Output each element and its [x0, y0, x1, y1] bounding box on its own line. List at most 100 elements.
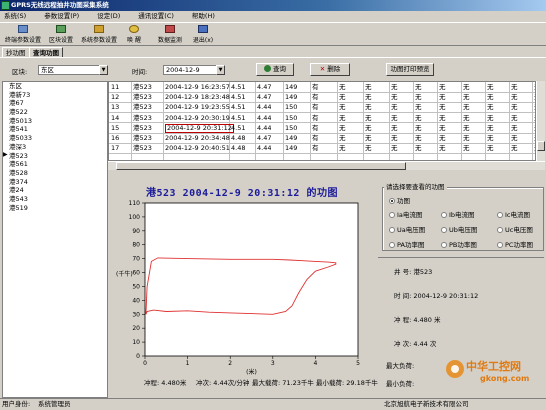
terminal-settings-button[interactable]: 终端参数设置 [2, 25, 44, 45]
app-icon [1, 1, 10, 10]
table-cell: 11 [111, 83, 120, 91]
list-item[interactable]: 港541 [3, 125, 107, 134]
block-settings-button[interactable]: 区块设置 [46, 25, 76, 45]
table-row[interactable]: 13 港523 2004-12-9 19:23:55 4.51 4.44 150 有 无 无 无 无… [109, 103, 535, 114]
curve-options-title: 请选择要查看的功图 [384, 181, 447, 191]
scroll-thumb[interactable] [537, 141, 545, 151]
x-tick-label: 0 [143, 360, 147, 367]
radio-pc[interactable]: PC功率图 [497, 239, 533, 249]
y-axis-label: (千牛) [116, 270, 133, 278]
footer-stroke: 冲程: 4.480米 [144, 379, 187, 387]
menu-system[interactable]: 系统(S) [4, 11, 26, 22]
print-preview-button[interactable]: 功图打印预览 [386, 63, 434, 76]
table-cell: 无 [391, 123, 398, 132]
list-item[interactable]: 港561 [3, 160, 107, 169]
list-item[interactable]: 港528 [3, 169, 107, 178]
table-cell: 无 [463, 83, 470, 91]
table-cell: 港523 [133, 93, 152, 102]
table-row[interactable]: 12 港523 2004-12-9 18:23:48 4.51 4.47 149 有 无 无 无 无… [109, 93, 535, 103]
radio-ic[interactable]: Ic电流图 [497, 209, 530, 219]
x-tick-label: 4 [313, 360, 317, 367]
y-tick-label: 110 [129, 200, 141, 207]
table-cell: 无 [365, 134, 372, 142]
table-cell: 149 [285, 93, 298, 102]
wakeup-button[interactable]: 唤 醒 [122, 25, 146, 45]
x-tick-label: 1 [186, 360, 190, 367]
scroll-thumb[interactable] [116, 162, 406, 170]
data-grid[interactable]: 11 港523 2004-12-9 16:23:57 4.51 4.47 149 有无无无无… [108, 81, 536, 161]
table-row[interactable]: 14 港523 2004-12-9 20:30:19 4.51 4.44 150 有 无 无 无 无… [109, 113, 535, 124]
menu-params[interactable]: 参数设置(P) [44, 11, 79, 22]
vertical-scrollbar[interactable] [536, 81, 545, 161]
list-item[interactable]: 港519 [3, 204, 107, 213]
list-item[interactable]: 港24 [3, 186, 107, 195]
monitor-button[interactable]: 数据监测 [154, 25, 186, 45]
watermark-main: 中华工控网 [466, 360, 521, 373]
radio-uc[interactable]: Uc电压图 [497, 224, 533, 234]
x-tick-label: 5 [356, 360, 360, 367]
table-cell: 无 [511, 103, 518, 112]
table-cell: 无 [511, 113, 518, 122]
info-stroke: 冲 程: 4.480 米 [394, 316, 441, 324]
info-max-load: 最大负荷: [386, 362, 415, 370]
table-row[interactable]: 17 港523 2004-12-9 20:40:51 4.48 4.44 149 有 无 无 无 无… [109, 144, 535, 154]
radio-ub[interactable]: Ub电压图 [441, 224, 477, 234]
list-item[interactable]: 港374 [3, 178, 107, 187]
menu-bar: 系统(S) 参数设置(P) 设定(D) 通讯设置(C) 帮助(H) [0, 11, 546, 22]
table-row[interactable]: 11 港523 2004-12-9 16:23:57 4.51 4.47 149 有 无 无 无 无… [109, 83, 535, 93]
table-cell: 无 [463, 123, 470, 132]
system-settings-button[interactable]: 系统参数设置 [78, 25, 120, 45]
table-cell: 2004-12-9 16:23:57 [165, 83, 230, 91]
y-tick-label: 20 [132, 325, 140, 332]
list-item[interactable]: 港67 [3, 99, 107, 108]
radio-ia[interactable]: Ia电流图 [389, 209, 422, 219]
exit-button[interactable]: 退出(x) [190, 25, 216, 45]
table-row[interactable]: 15 港523 2004-12-9 20:31:12 4.51 4.44 150 有 无 无 无 无… [109, 123, 535, 134]
table-cell: 15 [111, 123, 120, 132]
date-picker[interactable]: 2004-12-9 ▼ [163, 65, 225, 75]
menu-help[interactable]: 帮助(H) [192, 11, 215, 22]
exit-icon [198, 25, 208, 33]
radio-pb[interactable]: PB功率图 [441, 239, 477, 249]
list-item-selected[interactable]: 港523 [3, 152, 107, 161]
radio-diagram[interactable]: 功图 [389, 195, 410, 205]
list-item[interactable]: 港522 [3, 108, 107, 117]
well-list[interactable]: 东区 港新73 港67 港522 港5013 港541 港5033 港深3 港5… [2, 81, 108, 398]
radio-pa[interactable]: PA功率图 [389, 239, 424, 249]
list-item[interactable]: 港543 [3, 195, 107, 204]
query-button[interactable]: 查询 [256, 63, 294, 76]
info-min-load: 最小负荷: [386, 380, 415, 388]
table-cell: 无 [365, 113, 372, 122]
list-item[interactable]: 港5033 [3, 134, 107, 143]
table-cell: 港523 [133, 83, 152, 91]
list-item[interactable]: 港深3 [3, 143, 107, 152]
table-cell: 港523 [133, 103, 152, 112]
table-cell: 2004-12-9 20:40:51 [165, 144, 230, 153]
tab-query-diagram[interactable]: 查询功图 [29, 47, 63, 57]
radio-ib[interactable]: Ib电流图 [441, 209, 475, 219]
table-row[interactable]: 16 港523 2004-12-9 20:34:48 4.48 4.47 149 有 无 无 无 无… [109, 134, 535, 144]
table-cell: 无 [511, 93, 518, 102]
block-select[interactable]: 东区 ▼ [38, 65, 108, 75]
table-cell: 13 [111, 103, 120, 112]
info-time: 时 间: 2004-12-9 20:31:12 [394, 292, 479, 300]
table-cell: 无 [339, 134, 346, 142]
delete-button[interactable]: ✕ 删除 [310, 63, 350, 76]
y-tick-label: 30 [132, 311, 140, 318]
table-cell: 4.44 [257, 123, 272, 132]
table-cell: 无 [511, 144, 518, 153]
table-cell: 4.44 [257, 144, 272, 153]
list-item[interactable]: 东区 [3, 82, 107, 91]
menu-setup[interactable]: 设定(D) [97, 11, 120, 22]
table-cell: 4.47 [257, 93, 272, 102]
table-cell: 港523 [133, 123, 152, 132]
curve-options-group: 功图 Ia电流图 Ib电流图 Ic电流图 Ua电压图 Ub电压图 Uc电压图 P… [382, 187, 544, 251]
table-cell: 无 [439, 113, 446, 122]
tab-read-diagram[interactable]: 抄功图 [2, 47, 30, 57]
table-cell: 150 [285, 113, 298, 122]
table-cell: 4.48 [231, 144, 246, 153]
table-cell: 无 [487, 93, 494, 102]
radio-ua[interactable]: Ua电压图 [389, 224, 425, 234]
menu-comm[interactable]: 通讯设置(C) [138, 11, 174, 22]
horizontal-scrollbar[interactable] [108, 161, 545, 170]
